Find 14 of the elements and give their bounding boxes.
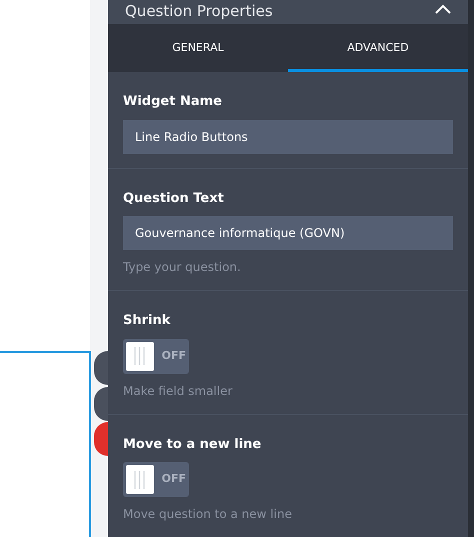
close-icon[interactable] [435,4,451,14]
input-field[interactable]: Gouvernance informatique (GOVN) [123,216,453,250]
field-hint: Move question to a new line [123,506,293,523]
tab[interactable]: GENERAL [108,24,288,72]
field-label: Shrink [123,312,172,330]
grip-icon [134,470,146,488]
field-hint: Make field smaller [123,382,234,400]
panel-title: Question Properties [125,2,273,22]
field-label: Widget Name [123,93,223,111]
grip-icon [134,347,146,365]
field-hint: Type your question. [123,259,242,276]
input-field[interactable]: Line Radio Buttons [123,120,453,154]
field-label: Move to a new line [123,436,262,454]
field-label: Question Text [123,190,225,208]
